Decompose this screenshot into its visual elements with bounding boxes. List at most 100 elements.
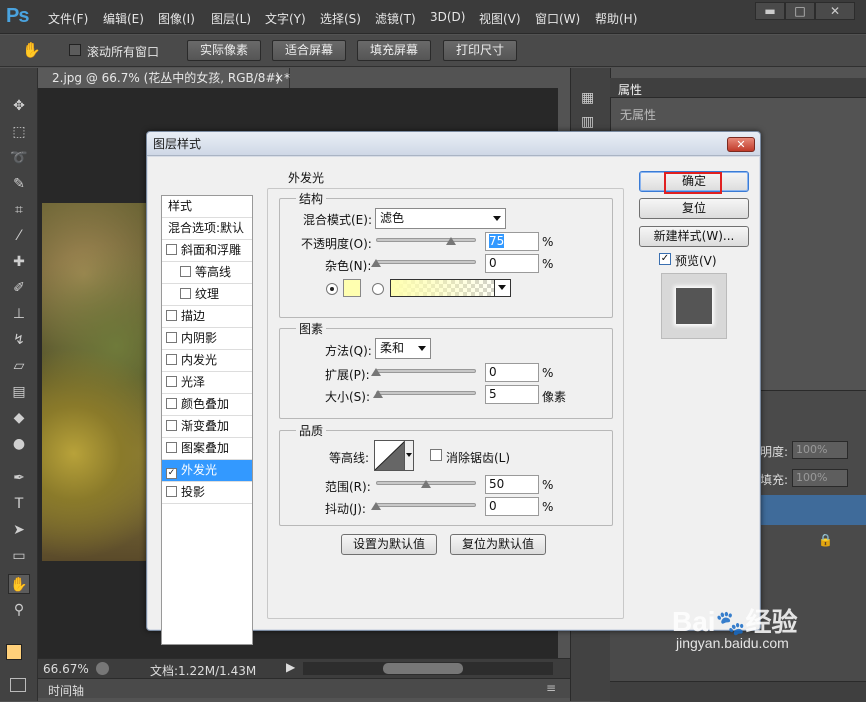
noise-input[interactable]: 0	[485, 254, 539, 273]
canvas-image[interactable]	[42, 203, 148, 561]
opacity-slider-thumb[interactable]	[446, 237, 456, 245]
style-item-checkbox[interactable]	[166, 244, 177, 255]
stamp-tool-icon[interactable]: ⊥	[8, 304, 30, 324]
status-menu-icon[interactable]	[96, 662, 109, 675]
history-panel-icon[interactable]: ▦	[581, 90, 594, 106]
eyedropper-tool-icon[interactable]: ⁄	[8, 226, 30, 246]
noise-slider-thumb[interactable]	[371, 259, 381, 267]
menu-edit[interactable]: 编辑(E)	[103, 10, 144, 27]
style-item[interactable]: 描边	[162, 306, 252, 328]
type-tool-icon[interactable]: T	[8, 494, 30, 514]
style-item[interactable]: 内阴影	[162, 328, 252, 350]
menu-layer[interactable]: 图层(L)	[211, 10, 251, 27]
history-brush-icon[interactable]: ↯	[8, 330, 30, 350]
dodge-tool-icon[interactable]: ●	[8, 434, 30, 454]
gradient-tool-icon[interactable]: ▤	[8, 382, 30, 402]
marquee-tool-icon[interactable]: ⬚	[8, 122, 30, 142]
jitter-slider[interactable]	[376, 503, 476, 507]
contour-picker[interactable]	[374, 440, 414, 471]
shape-tool-icon[interactable]: ▭	[8, 546, 30, 566]
solid-color-radio[interactable]	[326, 283, 338, 295]
noise-slider[interactable]	[376, 260, 476, 264]
timeline-menu-icon[interactable]: ≡	[546, 681, 556, 695]
gradient-radio[interactable]	[372, 283, 384, 295]
style-item-checkbox[interactable]	[180, 266, 191, 277]
spread-slider[interactable]	[376, 369, 476, 373]
restore-button[interactable]: □	[785, 2, 815, 20]
style-item-checkbox[interactable]	[166, 310, 177, 321]
spread-input[interactable]: 0	[485, 363, 539, 382]
quick-select-tool-icon[interactable]: ✎	[8, 174, 30, 194]
style-item[interactable]: 等高线	[162, 262, 252, 284]
menu-type[interactable]: 文字(Y)	[265, 10, 306, 27]
size-input[interactable]: 5	[485, 385, 539, 404]
zoom-tool-icon[interactable]: ⚲	[8, 600, 30, 620]
fit-screen-button[interactable]: 适合屏幕	[272, 40, 346, 61]
healing-tool-icon[interactable]: ✚	[8, 252, 30, 272]
style-item[interactable]: ✓ 外发光	[162, 460, 252, 482]
style-item-checkbox[interactable]	[180, 288, 191, 299]
menu-filter[interactable]: 滤镜(T)	[375, 10, 416, 27]
style-item[interactable]: 图案叠加	[162, 438, 252, 460]
close-window-button[interactable]: ✕	[815, 2, 855, 20]
fill-screen-button[interactable]: 填充屏幕	[357, 40, 431, 61]
hand-tool-active-icon[interactable]: ✋	[8, 574, 30, 594]
style-item[interactable]: 渐变叠加	[162, 416, 252, 438]
glow-color-swatch[interactable]	[343, 279, 361, 297]
blend-mode-dropdown[interactable]: 滤色	[375, 208, 506, 229]
opacity-input[interactable]: 75	[485, 232, 539, 251]
menu-help[interactable]: 帮助(H)	[595, 10, 637, 27]
print-size-button[interactable]: 打印尺寸	[443, 40, 517, 61]
range-input[interactable]: 50	[485, 475, 539, 494]
zoom-level[interactable]: 66.67%	[43, 662, 89, 676]
reset-button[interactable]: 复位	[639, 198, 749, 219]
minimize-button[interactable]: ▬	[755, 2, 785, 20]
menu-window[interactable]: 窗口(W)	[535, 10, 580, 27]
technique-dropdown[interactable]: 柔和	[375, 338, 431, 359]
menu-view[interactable]: 视图(V)	[479, 10, 521, 27]
gradient-picker[interactable]	[390, 279, 511, 297]
scrollbar-thumb[interactable]	[383, 663, 463, 674]
style-item-checkbox[interactable]: ✓	[166, 468, 177, 479]
new-style-button[interactable]: 新建样式(W)...	[639, 226, 749, 247]
reset-default-button[interactable]: 复位为默认值	[450, 534, 546, 555]
contour-dropdown[interactable]	[404, 441, 413, 470]
move-tool-icon[interactable]: ✥	[8, 96, 30, 116]
eraser-tool-icon[interactable]: ▱	[8, 356, 30, 376]
set-default-button[interactable]: 设置为默认值	[341, 534, 437, 555]
properties-panel-icon[interactable]: ▥	[581, 114, 594, 130]
jitter-input[interactable]: 0	[485, 497, 539, 516]
close-tab-icon[interactable]: ×	[274, 68, 284, 88]
style-item-checkbox[interactable]	[166, 442, 177, 453]
size-slider[interactable]	[376, 391, 476, 395]
scroll-all-checkbox[interactable]	[69, 44, 81, 56]
style-item-checkbox[interactable]	[166, 332, 177, 343]
dialog-close-button[interactable]: ✕	[727, 137, 755, 152]
style-item-checkbox[interactable]	[166, 376, 177, 387]
actual-pixels-button[interactable]: 实际像素	[187, 40, 261, 61]
timeline-label[interactable]: 时间轴	[48, 682, 84, 699]
foreground-color-swatch[interactable]	[6, 644, 22, 660]
path-select-icon[interactable]: ➤	[8, 520, 30, 540]
style-item[interactable]: 颜色叠加	[162, 394, 252, 416]
style-item[interactable]: 内发光	[162, 350, 252, 372]
spread-slider-thumb[interactable]	[371, 368, 381, 376]
opacity-slider[interactable]	[376, 238, 476, 242]
styles-header[interactable]: 样式	[162, 196, 252, 218]
document-tab[interactable]: 2.jpg @ 66.7% (花丛中的女孩, RGB/8#) * ×	[38, 68, 290, 88]
preview-checkbox[interactable]: ✓	[659, 253, 671, 265]
menu-file[interactable]: 文件(F)	[48, 10, 88, 27]
style-item[interactable]: 纹理	[162, 284, 252, 306]
range-slider-thumb[interactable]	[421, 480, 431, 488]
layer-fill-field[interactable]: 100%	[792, 469, 848, 487]
antialias-checkbox[interactable]	[430, 449, 442, 461]
gradient-dropdown-button[interactable]	[494, 280, 510, 296]
quick-mask-icon[interactable]	[10, 678, 26, 692]
style-item-checkbox[interactable]	[166, 486, 177, 497]
pen-tool-icon[interactable]: ✒	[8, 468, 30, 488]
style-item-checkbox[interactable]	[166, 420, 177, 431]
hand-tool-icon[interactable]: ✋	[22, 41, 41, 59]
menu-3d[interactable]: 3D(D)	[430, 10, 465, 24]
blend-options-item[interactable]: 混合选项:默认	[162, 218, 252, 240]
status-arrow-icon[interactable]: ▶	[286, 660, 296, 676]
